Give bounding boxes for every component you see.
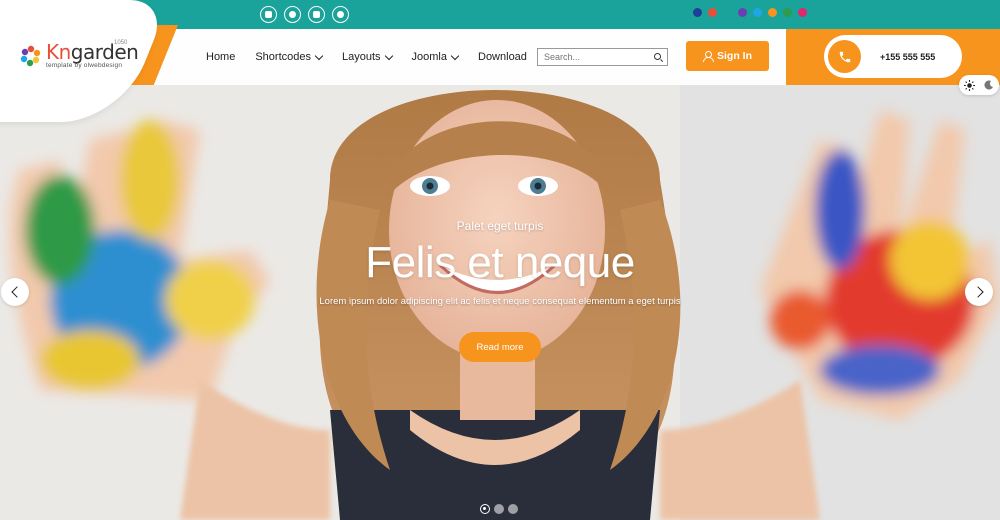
color-swatch[interactable] <box>738 8 747 17</box>
color-swatch[interactable] <box>708 8 717 17</box>
nav-item-download[interactable]: Download <box>478 51 527 63</box>
slider-dot[interactable] <box>508 504 518 514</box>
search-icon[interactable] <box>654 53 661 60</box>
nav-item-joomla[interactable]: Joomla <box>412 51 460 63</box>
color-swatch[interactable] <box>753 8 762 17</box>
facebook-icon[interactable] <box>260 6 277 23</box>
logo-year: 1050 <box>114 40 128 46</box>
user-icon <box>703 51 714 62</box>
color-swatch[interactable] <box>783 8 792 17</box>
chevron-left-icon <box>10 286 23 298</box>
theme-toggle[interactable] <box>959 75 999 95</box>
main-navigation: Home Shortcodes Layouts Joomla Download <box>206 51 527 63</box>
pinterest-icon[interactable] <box>284 6 301 23</box>
sign-in-label: Sign In <box>717 50 752 62</box>
sun-icon[interactable] <box>962 78 976 92</box>
slider-pagination <box>480 504 518 514</box>
chevron-down-icon <box>314 51 324 60</box>
slider-dot[interactable] <box>494 504 504 514</box>
phone-icon <box>828 40 861 73</box>
chevron-down-icon <box>384 51 393 60</box>
nav-item-layouts[interactable]: Layouts <box>342 51 393 63</box>
whatsapp-icon[interactable] <box>332 6 349 23</box>
search-input[interactable] <box>538 52 648 62</box>
slider-next-button[interactable] <box>965 278 993 306</box>
logo-tagline: template by olwebdesign <box>46 62 123 69</box>
social-links <box>260 6 349 23</box>
sign-in-button[interactable]: Sign In <box>686 41 769 71</box>
moon-icon[interactable] <box>982 78 996 92</box>
slide-description: Lorem ipsum dolor adipiscing elit ac fel… <box>319 296 681 307</box>
site-logo[interactable]: Kngarden template by olwebdesign <box>20 42 139 69</box>
slide-subtitle: Palet eget turpis <box>456 219 544 233</box>
phone-number: +155 555 555 <box>880 51 936 62</box>
chevron-right-icon <box>971 286 984 298</box>
phone-contact[interactable]: +155 555 555 <box>824 35 962 78</box>
color-swatch[interactable] <box>723 8 732 17</box>
logo-flower-icon <box>20 45 41 66</box>
chevron-down-icon <box>450 51 460 60</box>
nav-item-shortcodes[interactable]: Shortcodes <box>255 51 324 63</box>
linkedin-icon[interactable] <box>308 6 325 23</box>
color-scheme-picker <box>693 8 807 17</box>
read-more-button[interactable]: Read more <box>459 332 541 362</box>
slider-prev-button[interactable] <box>1 278 29 306</box>
nav-item-home[interactable]: Home <box>206 51 235 63</box>
color-swatch[interactable] <box>693 8 702 17</box>
color-swatch[interactable] <box>798 8 807 17</box>
search-box <box>537 48 668 66</box>
slide-title: Felis et neque <box>365 238 635 287</box>
color-swatch[interactable] <box>768 8 777 17</box>
slider-dot[interactable] <box>480 504 490 514</box>
